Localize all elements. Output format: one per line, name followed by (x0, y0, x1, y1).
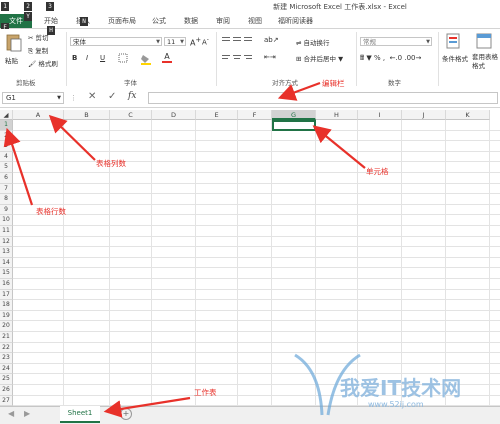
annotation-cell: 单元格 (366, 167, 389, 176)
watermark-url: www.52ij.com (368, 400, 424, 409)
arrow-sheet (103, 396, 191, 418)
annotation-row-count: 表格行数 (36, 207, 66, 216)
arrow-columns (48, 114, 96, 161)
annotation-column-count: 表格列数 (96, 159, 126, 168)
arrow-rows (3, 127, 34, 206)
arrow-formula-bar (277, 81, 321, 101)
watermark-text: 我爱IT技术网 (340, 376, 462, 400)
watermark: 我爱IT技术网 www.52ij.com (290, 350, 500, 420)
arrow-cell (312, 125, 366, 169)
annotation-formula-bar: 编辑栏 (322, 79, 345, 88)
annotation-sheet: 工作表 (194, 388, 217, 397)
